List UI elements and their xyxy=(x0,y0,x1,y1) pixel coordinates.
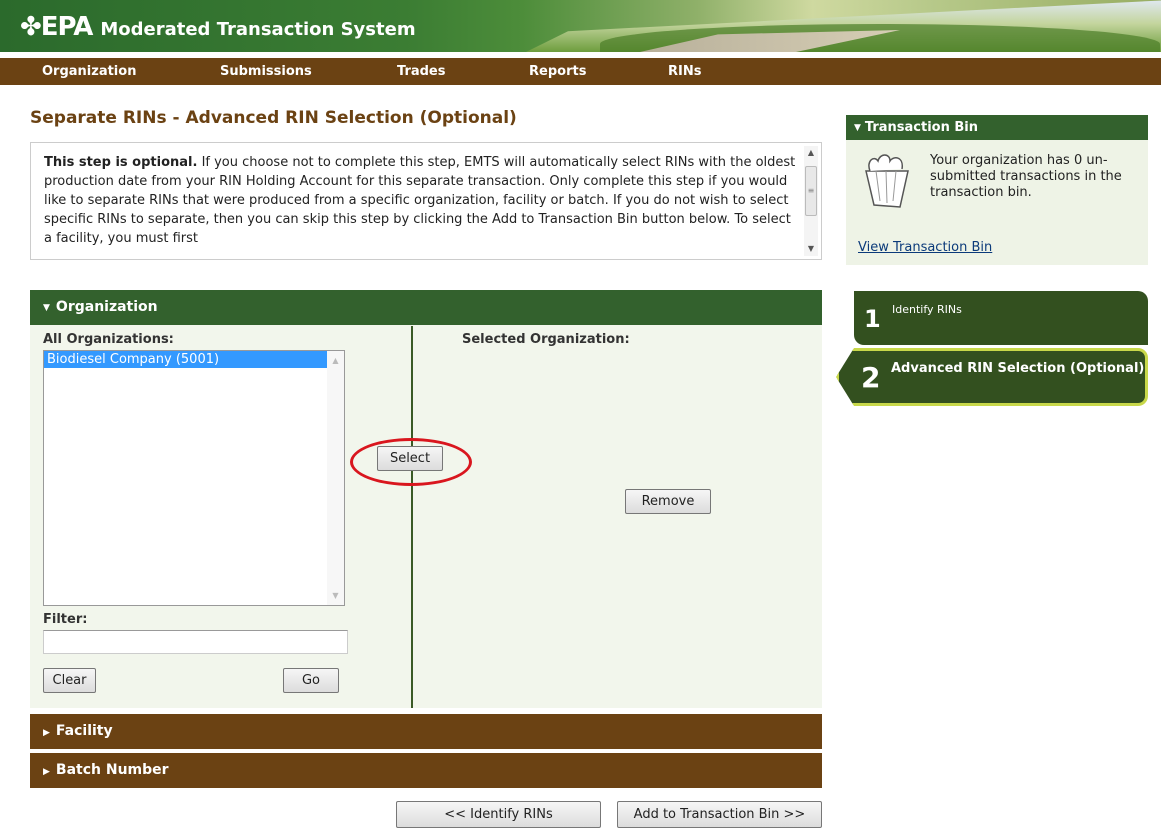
add-to-transaction-bin-button[interactable]: Add to Transaction Bin >> xyxy=(617,801,822,828)
scroll-up-icon[interactable]: ▲ xyxy=(327,356,344,365)
header-banner: ✤EPA Moderated Transaction System xyxy=(0,0,1161,52)
filter-input[interactable] xyxy=(43,630,348,654)
step-advanced-rin-selection[interactable]: 2 Advanced RIN Selection (Optional) xyxy=(836,348,1148,406)
scroll-down-icon[interactable]: ▼ xyxy=(804,242,818,256)
organization-panel-header[interactable]: ▼ Organization xyxy=(30,290,822,325)
list-scrollbar[interactable]: ▲ ▼ xyxy=(327,351,344,605)
organization-header-label: Organization xyxy=(55,299,158,315)
organization-panel: ▼ Organization All Organizations: Selecte… xyxy=(30,290,822,708)
epa-logo-mark: ✤EPA xyxy=(20,12,93,42)
clear-button[interactable]: Clear xyxy=(43,668,96,693)
scroll-thumb[interactable]: ≡ xyxy=(805,166,817,216)
nav-organization[interactable]: Organization xyxy=(42,64,136,79)
page-title: Separate RINs - Advanced RIN Selection (… xyxy=(30,108,517,128)
transaction-bin-header[interactable]: ▼ Transaction Bin xyxy=(846,115,1148,140)
selected-organization-label: Selected Organization: xyxy=(462,332,630,347)
go-button[interactable]: Go xyxy=(283,668,339,693)
step-label: Advanced RIN Selection (Optional) xyxy=(891,361,1145,376)
all-organizations-list[interactable]: Biodiesel Company (5001) ▲ ▼ xyxy=(43,350,345,606)
view-transaction-bin-link[interactable]: View Transaction Bin xyxy=(858,240,992,255)
site-header: ✤EPA Moderated Transaction System Organi… xyxy=(0,0,1161,85)
select-button-highlight xyxy=(350,438,472,486)
chevron-right-icon: ▶ xyxy=(43,767,50,777)
all-organizations-label: All Organizations: xyxy=(43,332,174,347)
instructions-scrollbar[interactable]: ▲ ≡ ▼ xyxy=(804,146,818,256)
chevron-right-icon: ▶ xyxy=(43,728,50,738)
transaction-bin-message: Your organization has 0 un-submitted tra… xyxy=(930,153,1122,200)
nav-trades[interactable]: Trades xyxy=(397,64,445,79)
facility-panel-header[interactable]: ▶ Facility xyxy=(30,714,822,749)
instructions-box[interactable]: This step is optional. If you choose not… xyxy=(30,142,822,260)
batch-header-label: Batch Number xyxy=(55,762,169,778)
transaction-bin-panel: ▼ Transaction Bin Your organization has 0… xyxy=(846,115,1148,265)
transaction-bin-title: Transaction Bin xyxy=(864,120,979,135)
step-number: 2 xyxy=(861,361,881,394)
transaction-bin-icon xyxy=(865,154,909,208)
column-divider xyxy=(411,326,413,708)
nav-rins[interactable]: RINs xyxy=(668,64,701,79)
facility-header-label: Facility xyxy=(55,723,113,739)
nav-submissions[interactable]: Submissions xyxy=(220,64,312,79)
main-nav: Organization Submissions Trades Reports … xyxy=(0,58,1161,85)
batch-number-panel-header[interactable]: ▶ Batch Number xyxy=(30,753,822,788)
epa-logo[interactable]: ✤EPA Moderated Transaction System xyxy=(20,12,416,42)
instructions-lead: This step is optional. xyxy=(44,155,198,170)
organization-option[interactable]: Biodiesel Company (5001) xyxy=(44,351,327,368)
app-title: Moderated Transaction System xyxy=(100,18,416,40)
step-identify-rins[interactable]: 1 Identify RINs xyxy=(854,291,1148,345)
nav-reports[interactable]: Reports xyxy=(529,64,586,79)
step-label: Identify RINs xyxy=(892,303,962,316)
chevron-down-icon: ▼ xyxy=(43,303,50,313)
filter-label: Filter: xyxy=(43,612,88,627)
remove-button[interactable]: Remove xyxy=(625,489,711,514)
step-number: 1 xyxy=(864,305,881,333)
instructions-text: This step is optional. If you choose not… xyxy=(44,153,799,257)
identify-rins-back-button[interactable]: << Identify RINs xyxy=(396,801,601,828)
scroll-up-icon[interactable]: ▲ xyxy=(804,146,818,160)
scroll-down-icon[interactable]: ▼ xyxy=(327,591,344,600)
chevron-down-icon: ▼ xyxy=(854,123,861,133)
